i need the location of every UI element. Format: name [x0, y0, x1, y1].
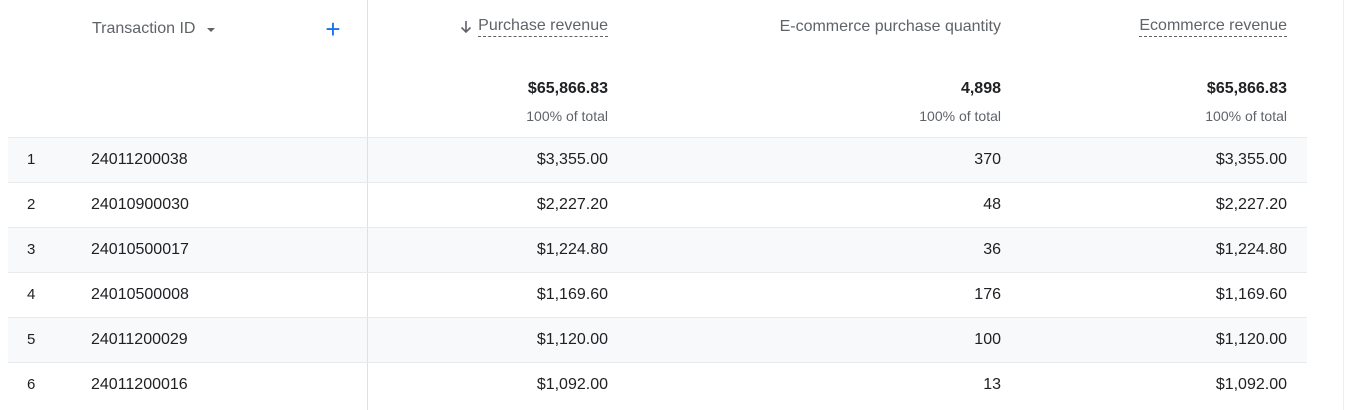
total-purchase-revenue: $65,866.83 — [527, 80, 608, 97]
quantity-cell: 176 — [974, 286, 1001, 303]
total-ecommerce-revenue: $65,866.83 — [1206, 80, 1287, 97]
scrollbar-track[interactable] — [1343, 0, 1344, 410]
purchase-revenue-cell: $1,169.60 — [536, 286, 608, 303]
transaction-id: 24010500017 — [91, 241, 189, 258]
total-purchase-quantity: 4,898 — [960, 80, 1001, 97]
column-divider — [367, 228, 368, 272]
add-dimension-button[interactable]: + — [320, 16, 346, 42]
ecommerce-revenue-cell: $1,092.00 — [1215, 376, 1287, 393]
purchase-revenue-cell: $1,092.00 — [536, 376, 608, 393]
table-row[interactable]: 6 24011200016 $1,092.00 13 $1,092.00 — [8, 362, 1307, 407]
column-divider — [367, 363, 368, 407]
column-label: Ecommerce revenue — [1139, 17, 1287, 37]
transaction-id: 24010500008 — [91, 286, 189, 303]
purchase-revenue-cell: $1,120.00 — [536, 331, 608, 348]
table-body: 1 24011200038 $3,355.00 370 $3,355.00 2 … — [8, 137, 1307, 407]
column-divider — [367, 183, 368, 227]
ecommerce-revenue-cell: $1,224.80 — [1215, 241, 1287, 258]
table-row[interactable]: 3 24010500017 $1,224.80 36 $1,224.80 — [8, 227, 1307, 272]
quantity-cell: 36 — [983, 241, 1001, 258]
dimension-label: Transaction ID — [92, 20, 196, 37]
table-row[interactable]: 1 24011200038 $3,355.00 370 $3,355.00 — [8, 137, 1307, 182]
purchase-revenue-cell: $1,224.80 — [536, 241, 608, 258]
dimension-selector[interactable]: Transaction ID — [92, 18, 216, 40]
column-header-ecommerce-revenue[interactable]: Ecommerce revenue — [1139, 15, 1287, 39]
transaction-id: 24011200016 — [91, 376, 188, 393]
row-index: 1 — [27, 151, 36, 168]
column-divider — [367, 273, 368, 317]
plus-icon: + — [325, 14, 341, 44]
table-row[interactable]: 5 24011200029 $1,120.00 100 $1,120.00 — [8, 317, 1307, 362]
table-row[interactable]: 4 24010500008 $1,169.60 176 $1,169.60 — [8, 272, 1307, 317]
transaction-id: 24011200038 — [91, 151, 188, 168]
column-header-purchase-quantity[interactable]: E-commerce purchase quantity — [780, 15, 1001, 39]
ecommerce-revenue-cell: $3,355.00 — [1215, 151, 1287, 168]
quantity-cell: 13 — [983, 376, 1001, 393]
row-index: 3 — [27, 241, 36, 258]
column-label: E-commerce purchase quantity — [779, 18, 1001, 35]
row-index: 2 — [27, 196, 36, 213]
caret-down-icon — [207, 28, 216, 32]
quantity-cell: 370 — [974, 151, 1001, 168]
total-purchase-revenue-pct: 100% of total — [526, 108, 608, 124]
row-index: 5 — [27, 331, 36, 348]
row-index: 6 — [27, 376, 36, 393]
transaction-id: 24011200029 — [91, 331, 188, 348]
ecommerce-revenue-cell: $1,120.00 — [1215, 331, 1287, 348]
ecommerce-revenue-cell: $2,227.20 — [1215, 196, 1287, 213]
row-index: 4 — [27, 286, 36, 303]
report-table: Transaction ID + Purchase revenue E-comm… — [0, 0, 1366, 410]
column-header-purchase-revenue[interactable]: Purchase revenue — [460, 15, 608, 39]
arrow-down-icon — [461, 21, 472, 34]
quantity-cell: 48 — [983, 196, 1001, 213]
purchase-revenue-cell: $3,355.00 — [536, 151, 608, 168]
column-divider — [367, 138, 368, 182]
transaction-id: 24010900030 — [91, 196, 189, 213]
purchase-revenue-cell: $2,227.20 — [536, 196, 608, 213]
table-row[interactable]: 2 24010900030 $2,227.20 48 $2,227.20 — [8, 182, 1307, 227]
total-ecommerce-revenue-pct: 100% of total — [1205, 108, 1287, 124]
column-label: Purchase revenue — [478, 17, 608, 37]
total-purchase-quantity-pct: 100% of total — [919, 108, 1001, 124]
quantity-cell: 100 — [974, 331, 1001, 348]
ecommerce-revenue-cell: $1,169.60 — [1215, 286, 1287, 303]
column-divider — [367, 318, 368, 362]
